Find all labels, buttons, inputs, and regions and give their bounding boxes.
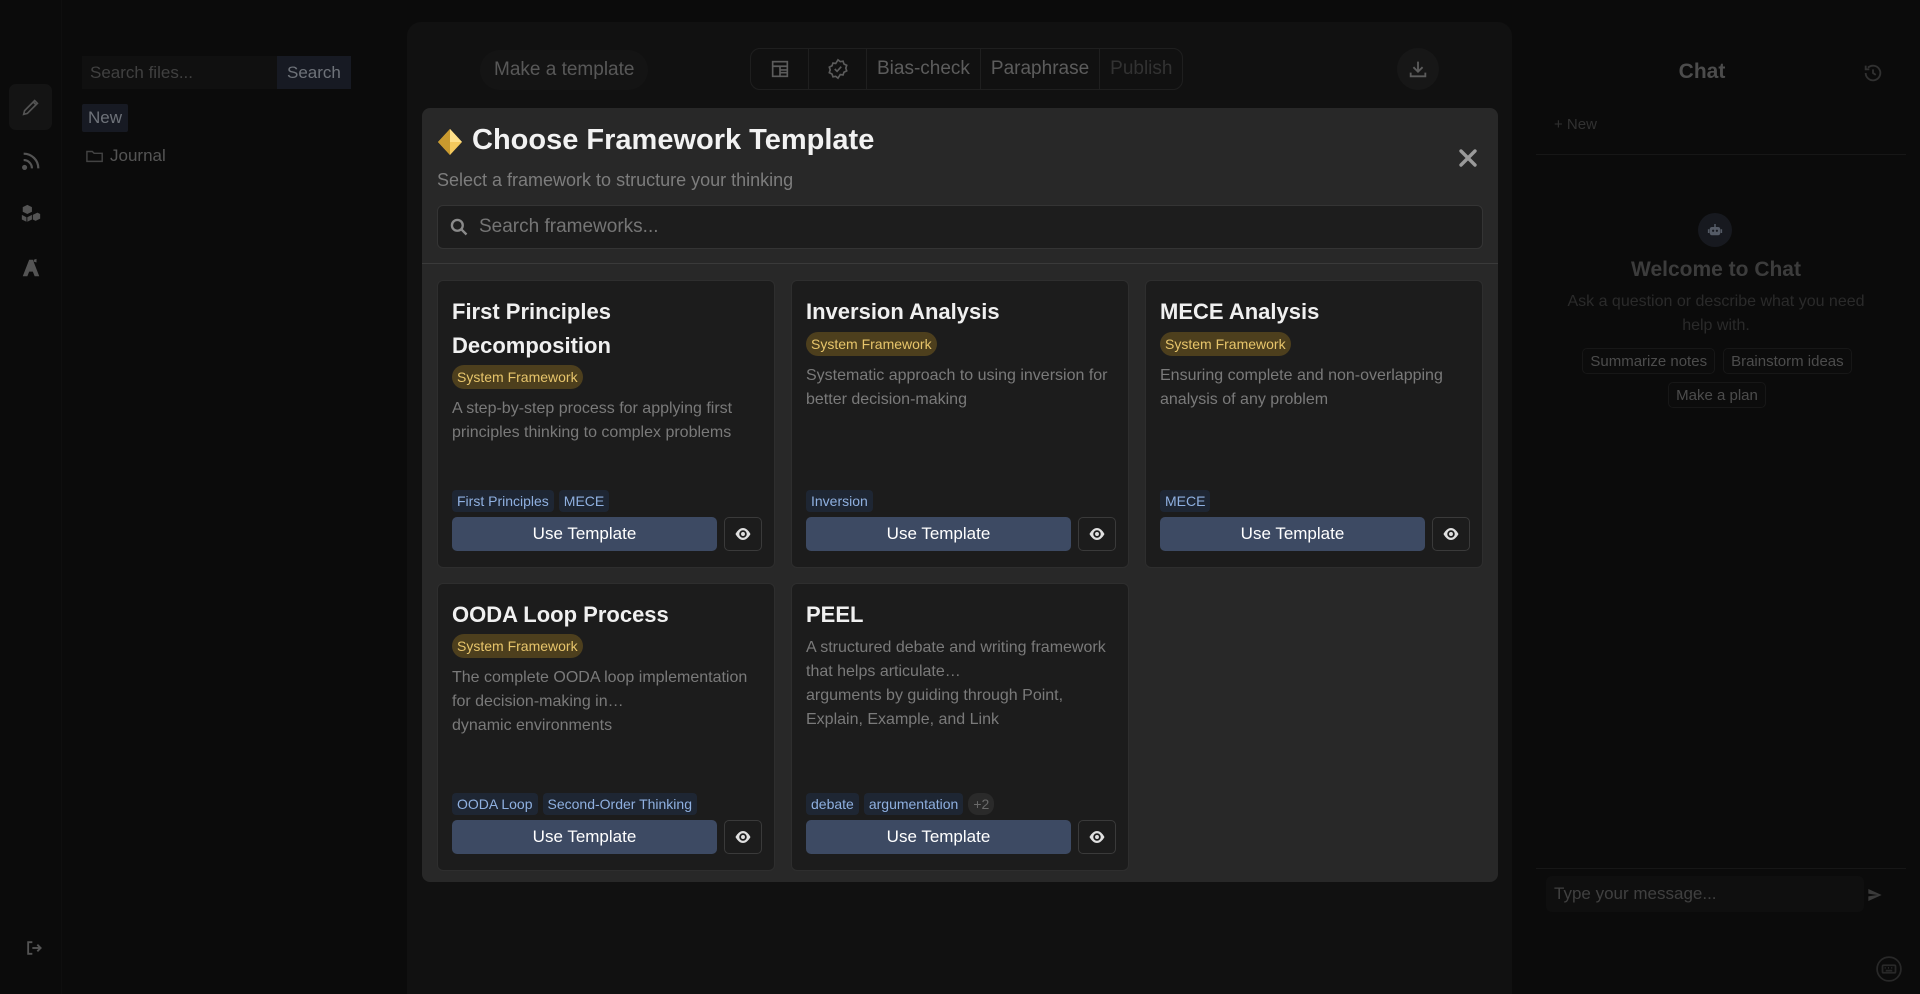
framework-card: PEEL A structured debate and writing fra… — [791, 583, 1129, 871]
tag: debate — [806, 793, 859, 815]
use-template-button[interactable]: Use Template — [452, 820, 717, 854]
diamond-icon — [438, 129, 462, 155]
system-framework-badge: System Framework — [452, 365, 583, 389]
preview-button[interactable] — [724, 820, 762, 854]
framework-search-input[interactable] — [469, 207, 1482, 247]
tag: MECE — [558, 490, 610, 512]
close-icon[interactable] — [1456, 146, 1480, 170]
tag: argumentation — [863, 793, 964, 815]
framework-card: First Principles Decomposition System Fr… — [437, 280, 775, 568]
eye-icon — [1089, 528, 1105, 540]
card-description: Systematic approach to using inversion f… — [806, 367, 1108, 408]
card-title: Inversion Analysis — [806, 299, 1000, 324]
system-framework-badge: System Framework — [806, 332, 937, 356]
more-tags-badge: +2 — [968, 793, 995, 815]
card-tags: First Principles MECE — [452, 490, 610, 512]
preview-button[interactable] — [1078, 820, 1116, 854]
eye-icon — [735, 831, 751, 843]
card-tags: debate argumentation +2 — [806, 793, 995, 815]
modal-subtitle: Select a framework to structure your thi… — [437, 170, 794, 190]
search-icon — [450, 218, 468, 236]
preview-button[interactable] — [1432, 517, 1470, 551]
tag: First Principles — [452, 490, 554, 512]
card-title: OODA Loop Process — [452, 602, 669, 627]
card-tags: OODA Loop Second-Order Thinking — [452, 793, 697, 815]
eye-icon — [1089, 831, 1105, 843]
use-template-button[interactable]: Use Template — [1160, 517, 1425, 551]
system-framework-badge: System Framework — [452, 634, 583, 658]
card-tags: Inversion — [806, 490, 873, 512]
tag: OODA Loop — [452, 793, 538, 815]
card-title: PEEL — [806, 602, 864, 627]
use-template-button[interactable]: Use Template — [806, 820, 1071, 854]
framework-card: Inversion Analysis System Framework Syst… — [791, 280, 1129, 568]
modal-title: Choose Framework Template — [472, 124, 875, 156]
card-description: A step-by-step process for applying firs… — [452, 400, 733, 441]
system-framework-badge: System Framework — [1160, 332, 1291, 356]
tag: MECE — [1160, 490, 1211, 512]
framework-card: MECE Analysis System Framework Ensuring … — [1145, 280, 1483, 568]
preview-button[interactable] — [724, 517, 762, 551]
framework-card: OODA Loop Process System Framework The c… — [437, 583, 775, 871]
card-description: Ensuring complete and non-overlapping an… — [1160, 367, 1443, 408]
framework-template-modal: Choose Framework Template Select a frame… — [422, 108, 1498, 882]
use-template-button[interactable]: Use Template — [452, 517, 717, 551]
tag: Second-Order Thinking — [542, 793, 697, 815]
card-title: First Principles Decomposition — [452, 299, 611, 358]
modal-divider — [422, 263, 1498, 264]
card-description: The complete OODA loop implementation fo… — [452, 669, 748, 734]
eye-icon — [735, 528, 751, 540]
eye-icon — [1443, 528, 1459, 540]
use-template-button[interactable]: Use Template — [806, 517, 1071, 551]
card-title: MECE Analysis — [1160, 299, 1320, 324]
tag: Inversion — [806, 490, 873, 512]
card-description: A structured debate and writing framewor… — [806, 639, 1106, 728]
card-tags: MECE — [1160, 490, 1211, 512]
framework-search — [437, 205, 1483, 249]
preview-button[interactable] — [1078, 517, 1116, 551]
